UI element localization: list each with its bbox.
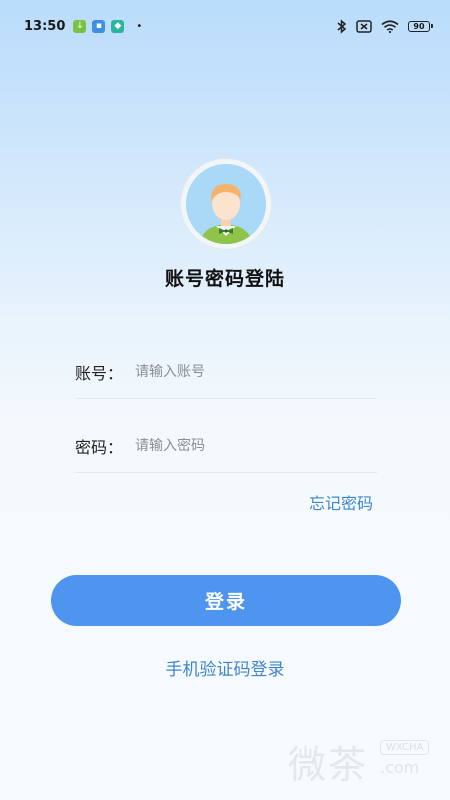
- download-icon: ↓: [73, 19, 87, 33]
- account-input[interactable]: [135, 364, 377, 380]
- shield-app-icon: ◆: [111, 19, 125, 33]
- message-app-icon: ▪: [92, 19, 106, 33]
- avatar-frame: [180, 158, 272, 250]
- no-sim-icon: [356, 19, 372, 33]
- status-time: 13:50: [24, 18, 66, 34]
- account-field-row: 账号：: [75, 346, 377, 399]
- more-notifications-icon: •: [136, 20, 143, 32]
- page-title: 账号密码登陆: [164, 268, 285, 290]
- sms-login-link[interactable]: 手机验证码登录: [0, 655, 450, 680]
- status-left: 13:50 ↓ ▪ ◆ •: [24, 19, 142, 34]
- password-input[interactable]: [135, 438, 377, 454]
- watermark-text: 微茶: [288, 743, 369, 787]
- avatar: [186, 164, 266, 244]
- watermark: 微茶 WXCHA .com: [288, 734, 438, 787]
- forgot-password-link[interactable]: 忘记密码: [309, 490, 373, 514]
- watermark-badge: WXCHA: [380, 740, 430, 755]
- password-label: 密码：: [75, 438, 124, 457]
- battery-level: 90: [413, 21, 425, 31]
- status-bar: 13:50 ↓ ▪ ◆ • 90: [0, 0, 450, 52]
- watermark-suffix: .com: [380, 758, 420, 777]
- account-label: 账号：: [75, 364, 124, 383]
- user-avatar-icon: [186, 164, 266, 244]
- bluetooth-icon: [337, 18, 347, 34]
- login-button[interactable]: 登录: [51, 575, 401, 626]
- password-field-row: 密码：: [75, 420, 377, 473]
- wifi-icon: [381, 19, 399, 33]
- battery-icon: 90: [408, 20, 433, 32]
- status-right: 90: [337, 18, 433, 34]
